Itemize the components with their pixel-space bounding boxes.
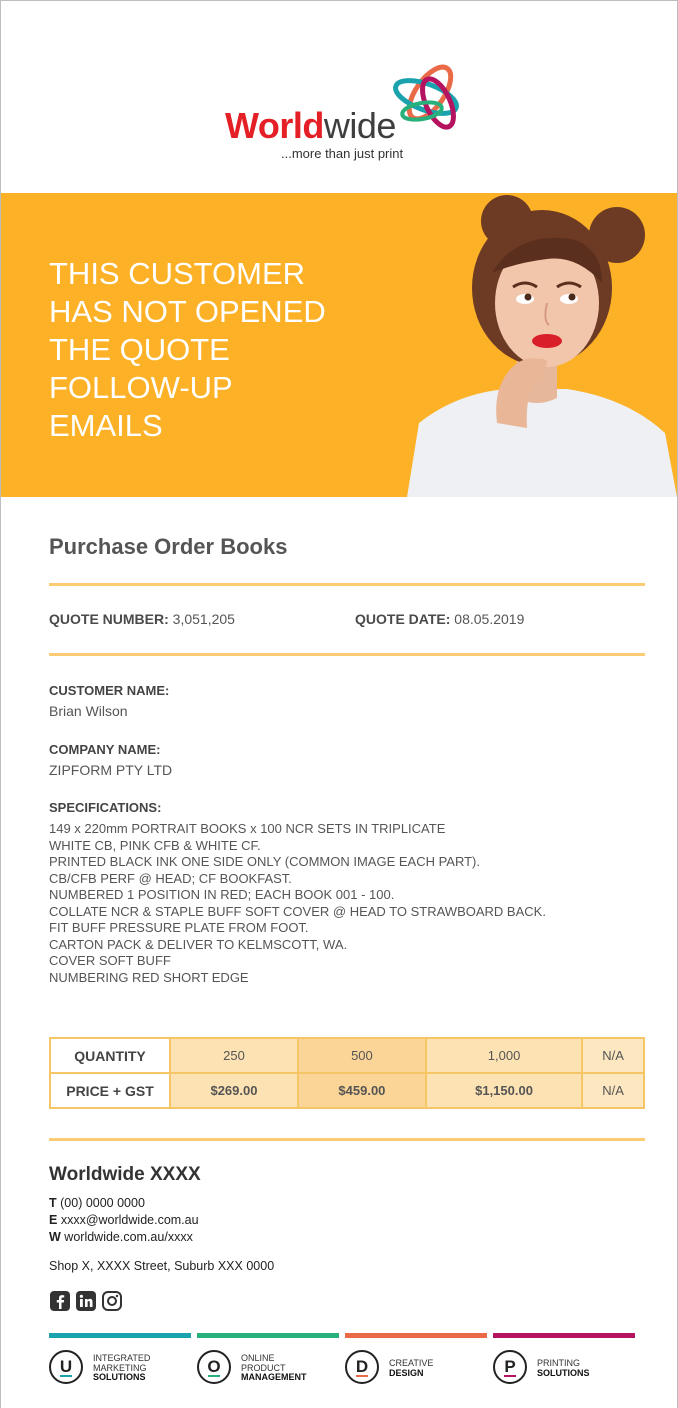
spec-line: CB/CFB PERF @ HEAD; CF BOOKFAST.: [49, 870, 292, 886]
divider: [49, 583, 645, 586]
hero-banner: THIS CUSTOMER HAS NOT OPENED THE QUOTE F…: [1, 193, 677, 497]
web-value: worldwide.com.au/xxxx: [64, 1230, 193, 1244]
quantity-cell: 250: [169, 1037, 299, 1074]
price-header: PRICE + GST: [49, 1072, 171, 1109]
unit-line-bold: MANAGEMENT: [241, 1372, 307, 1382]
customer-value: Brian Wilson: [49, 703, 128, 719]
quantity-cell: 500: [296, 1037, 427, 1074]
business-units: U INTEGRATED MARKETING SOLUTIONS O ONLIN…: [49, 1348, 635, 1388]
thinking-woman-photo: [407, 195, 677, 497]
worldwide-swirl-icon: [393, 64, 459, 130]
footer-address: Shop X, XXXX Street, Suburb XXX 0000: [49, 1259, 275, 1273]
quote-number: QUOTE NUMBER: 3,051,205: [49, 611, 235, 627]
unit-underline: [60, 1375, 72, 1377]
unit-u-icon: U: [49, 1350, 83, 1384]
magenta-bar: [493, 1333, 635, 1338]
hero-line: FOLLOW-UP: [49, 370, 233, 405]
table-row: QUANTITY 250 500 1,000 N/A: [49, 1037, 645, 1074]
unit-o-icon: O: [197, 1350, 231, 1384]
spec-line: CARTON PACK & DELIVER TO KELMSCOTT, WA.: [49, 936, 348, 952]
spec-line: FIT BUFF PRESSURE PLATE FROM FOOT.: [49, 920, 309, 935]
web-label: W: [49, 1230, 61, 1244]
company-label: COMPANY NAME:: [49, 742, 161, 757]
quantity-cell: 1,000: [424, 1037, 584, 1074]
quote-date: QUOTE DATE: 08.05.2019: [355, 611, 524, 627]
brand-tagline: ...more than just print: [281, 146, 404, 161]
footer-company-name: Worldwide XXXX: [49, 1164, 201, 1185]
spec-line: COLLATE NCR & STAPLE BUFF SOFT COVER @ H…: [49, 903, 546, 919]
hero-line: HAS NOT OPENED: [49, 294, 326, 329]
spec-line: WHITE CB, PINK CFB & WHITE CF.: [49, 837, 261, 853]
brand-logo[interactable]: Worldwide: [225, 105, 396, 147]
hero-line: THIS CUSTOMER: [49, 256, 306, 291]
unit-label: PRINTING SOLUTIONS: [537, 1358, 590, 1378]
price-cell: $459.00: [296, 1072, 427, 1109]
price-cell: N/A: [581, 1072, 645, 1109]
brand-name-bold: World: [225, 105, 324, 146]
divider: [49, 653, 645, 656]
quote-date-label: QUOTE DATE:: [355, 611, 451, 627]
spec-line: PRINTED BLACK INK ONE SIDE ONLY (COMMON …: [49, 854, 480, 869]
facebook-icon[interactable]: [49, 1290, 71, 1312]
price-table: QUANTITY 250 500 1,000 N/A PRICE + GST $…: [49, 1037, 645, 1109]
hero-line: EMAILS: [49, 408, 163, 443]
quantity-header: QUANTITY: [49, 1037, 171, 1074]
unit-d-icon: D: [345, 1350, 379, 1384]
specifications-label: SPECIFICATIONS:: [49, 800, 162, 815]
quote-number-value: 3,051,205: [172, 611, 235, 627]
unit-label: CREATIVE DESIGN: [389, 1358, 433, 1378]
quote-date-value: 08.05.2019: [454, 611, 525, 627]
company-value: ZIPFORM PTY LTD: [49, 762, 173, 778]
spec-line: 149 x 220mm PORTRAIT BOOKS x 100 NCR SET…: [49, 821, 446, 836]
hero-line: THE QUOTE: [49, 332, 230, 367]
linkedin-icon[interactable]: [75, 1290, 97, 1312]
unit-label: ONLINE PRODUCT MANAGEMENT: [241, 1353, 307, 1383]
spec-line: NUMBERING RED SHORT EDGE: [49, 969, 249, 985]
customer-label: CUSTOMER NAME:: [49, 683, 170, 698]
phone-label: T: [49, 1196, 57, 1210]
unit-underline: [356, 1375, 368, 1377]
instagram-icon[interactable]: [101, 1290, 123, 1312]
unit-underline: [208, 1375, 220, 1377]
unit-line-bold: DESIGN: [389, 1367, 424, 1378]
price-cell: $1,150.00: [424, 1072, 584, 1109]
page-title: Purchase Order Books: [49, 534, 288, 559]
unit-line-bold: SOLUTIONS: [93, 1372, 146, 1382]
unit-p-icon: P: [493, 1350, 527, 1384]
unit-line-bold: SOLUTIONS: [537, 1367, 590, 1378]
social-links: [49, 1290, 123, 1312]
email-page: Worldwide ...more than just print THIS C…: [0, 0, 678, 1408]
spec-line: NUMBERED 1 POSITION IN RED; EACH BOOK 00…: [49, 887, 395, 902]
hero-headline: THIS CUSTOMER HAS NOT OPENED THE QUOTE F…: [49, 255, 389, 445]
footer-phone[interactable]: T (00) 0000 0000: [49, 1196, 145, 1210]
price-cell: $269.00: [169, 1072, 299, 1109]
unit-underline: [504, 1375, 516, 1377]
brand-name-light: wide: [323, 105, 397, 146]
coral-bar: [345, 1333, 487, 1338]
footer-email[interactable]: E xxxx@worldwide.com.au: [49, 1213, 199, 1227]
unit-label: INTEGRATED MARKETING SOLUTIONS: [93, 1353, 150, 1383]
spec-line: COVER SOFT BUFF: [49, 953, 171, 968]
brand-color-bars: [49, 1333, 635, 1338]
table-row: PRICE + GST $269.00 $459.00 $1,150.00 N/…: [49, 1072, 645, 1109]
email-label: E: [49, 1213, 58, 1227]
divider: [49, 1138, 645, 1141]
specifications-list: 149 x 220mm PORTRAIT BOOKS x 100 NCR SET…: [49, 821, 546, 986]
quantity-cell: N/A: [581, 1037, 645, 1074]
email-value: xxxx@worldwide.com.au: [60, 1213, 199, 1227]
phone-value: (00) 0000 0000: [60, 1196, 145, 1210]
teal-bar: [49, 1333, 191, 1338]
quote-number-label: QUOTE NUMBER:: [49, 611, 169, 627]
logo-header: Worldwide ...more than just print: [1, 1, 677, 193]
footer-website[interactable]: W worldwide.com.au/xxxx: [49, 1230, 193, 1244]
green-bar: [197, 1333, 339, 1338]
